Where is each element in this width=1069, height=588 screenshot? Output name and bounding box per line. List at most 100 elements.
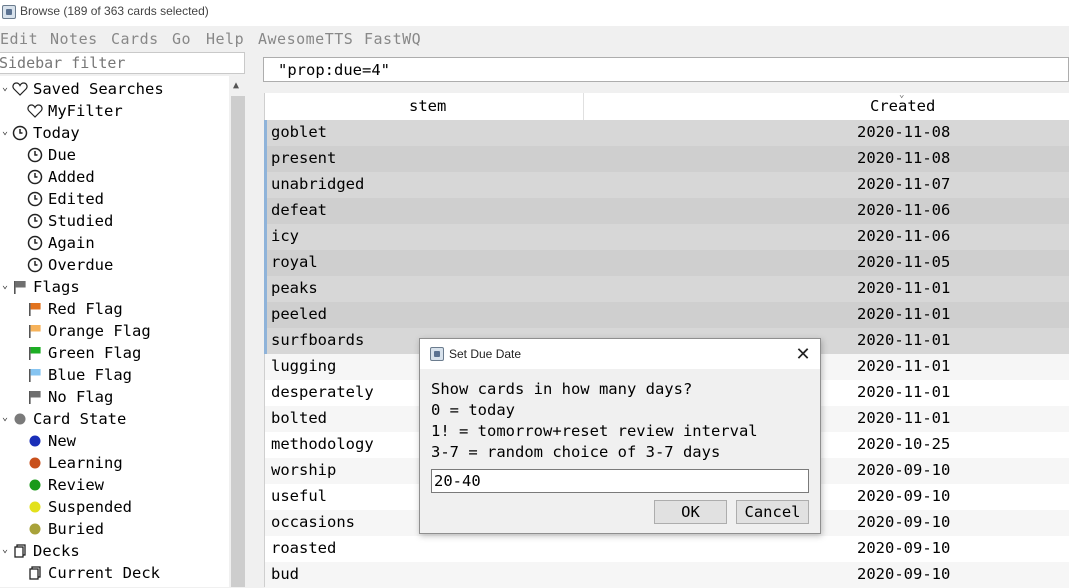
expand-arrow-icon[interactable]: ⌄: [2, 544, 12, 555]
sidebar-item-label: Orange Flag: [48, 322, 151, 340]
sidebar-item-learning[interactable]: Learning: [27, 452, 123, 474]
cell-stem: peeled: [271, 305, 327, 323]
sidebar-item-review[interactable]: Review: [27, 474, 104, 496]
column-divider[interactable]: [583, 93, 584, 120]
flag-icon: [12, 279, 28, 295]
scroll-up-icon[interactable]: ▲: [233, 80, 239, 91]
sidebar-item-green-flag[interactable]: Green Flag: [27, 342, 141, 364]
dialog-title: Set Due Date: [449, 347, 522, 361]
sidebar-item-flags[interactable]: ⌄ Flags: [2, 276, 80, 298]
sidebar-item-buried[interactable]: Buried: [27, 518, 104, 540]
cell-created: 2020-11-01: [857, 409, 951, 427]
table-row[interactable]: present 2020-11-08: [264, 146, 1069, 172]
clock-icon: [27, 191, 43, 207]
dialog-hint-range: 3-7 = random choice of 3-7 days: [431, 443, 721, 461]
heart-icon: [27, 103, 43, 119]
expand-arrow-icon[interactable]: ⌄: [2, 412, 12, 423]
table-row[interactable]: defeat 2020-11-06: [264, 198, 1069, 224]
sidebar-item-no-flag[interactable]: No Flag: [27, 386, 113, 408]
clock-icon: [12, 125, 28, 141]
dot-icon: [27, 433, 43, 449]
close-icon[interactable]: ✕: [791, 342, 815, 366]
sidebar-item-card-state[interactable]: ⌄ Card State: [2, 408, 126, 430]
table-row[interactable]: peaks 2020-11-01: [264, 276, 1069, 302]
cell-stem: goblet: [271, 123, 327, 141]
sidebar-item-blue-flag[interactable]: Blue Flag: [27, 364, 132, 386]
dot-icon: [27, 455, 43, 471]
menu-notes[interactable]: Notes: [50, 30, 98, 48]
sidebar-item-due[interactable]: Due: [27, 144, 76, 166]
sidebar-item-orange-flag[interactable]: Orange Flag: [27, 320, 151, 342]
table-row[interactable]: unabridged 2020-11-07: [264, 172, 1069, 198]
cell-stem: worship: [271, 461, 337, 479]
sidebar-filter[interactable]: [0, 52, 245, 74]
sidebar-item-saved-searches[interactable]: ⌄ Saved Searches: [2, 78, 164, 100]
cell-stem: peaks: [271, 279, 318, 297]
cell-created: 2020-11-01: [857, 357, 951, 375]
cell-stem: methodology: [271, 435, 374, 453]
cell-stem: royal: [271, 253, 318, 271]
sidebar-item-decks[interactable]: ⌄ Decks: [2, 540, 80, 562]
cell-stem: bud: [271, 565, 299, 583]
cell-created: 2020-11-08: [857, 149, 951, 167]
sidebar-item-label: Due: [48, 146, 76, 164]
column-header-created[interactable]: Created: [870, 97, 935, 115]
sidebar-item-edited[interactable]: Edited: [27, 188, 104, 210]
sidebar-tree: ⌄ Saved Searches MyFilter ⌄ Today Due Added Edi…: [0, 76, 247, 587]
sidebar-item-label: No Flag: [48, 388, 114, 406]
table-row[interactable]: bud 2020-09-10: [265, 562, 1069, 588]
sidebar-item-added[interactable]: Added: [27, 166, 95, 188]
dialog-prompt: Show cards in how many days?: [431, 380, 693, 398]
cancel-button[interactable]: Cancel: [736, 500, 809, 524]
sidebar-item-label: Suspended: [48, 498, 132, 516]
due-days-field[interactable]: [431, 469, 810, 493]
dot-icon: [27, 521, 43, 537]
sidebar-filter-input[interactable]: [0, 53, 244, 73]
table-row[interactable]: royal 2020-11-05: [264, 250, 1069, 276]
menu-edit[interactable]: Edit: [0, 30, 38, 48]
sidebar-scrollbar-thumb[interactable]: [231, 96, 245, 587]
sidebar-item-suspended[interactable]: Suspended: [27, 496, 132, 518]
menu-help[interactable]: Help: [206, 30, 244, 48]
sidebar-item-overdue[interactable]: Overdue: [27, 254, 113, 276]
menu-fastwq[interactable]: FastWQ: [364, 30, 421, 48]
sidebar-item-today[interactable]: ⌄ Today: [2, 122, 80, 144]
cell-stem: surfboards: [271, 331, 365, 349]
column-header-stem[interactable]: stem: [409, 97, 446, 115]
search-input[interactable]: [264, 58, 1069, 81]
sidebar-item-label: Red Flag: [48, 300, 123, 318]
sidebar-item-studied[interactable]: Studied: [27, 210, 113, 232]
cell-created: 2020-11-07: [857, 175, 951, 193]
search-bar[interactable]: [263, 57, 1069, 82]
table-row[interactable]: peeled 2020-11-01: [264, 302, 1069, 328]
menu-awesometts[interactable]: AwesomeTTS: [258, 30, 353, 48]
flag-icon: [27, 389, 43, 405]
clock-icon: [27, 257, 43, 273]
sidebar-item-red-flag[interactable]: Red Flag: [27, 298, 123, 320]
expand-arrow-icon[interactable]: ⌄: [2, 82, 12, 93]
sidebar-scrollbar[interactable]: ▲: [229, 76, 247, 587]
menu-cards[interactable]: Cards: [111, 30, 159, 48]
table-row[interactable]: icy 2020-11-06: [264, 224, 1069, 250]
menu-go[interactable]: Go: [172, 30, 191, 48]
sidebar-item-again[interactable]: Again: [27, 232, 95, 254]
ok-button[interactable]: OK: [654, 500, 727, 524]
table-row[interactable]: roasted 2020-09-10: [265, 536, 1069, 562]
expand-arrow-icon[interactable]: ⌄: [2, 280, 12, 291]
cell-created: 2020-11-05: [857, 253, 951, 271]
sidebar-item-label: Buried: [48, 520, 104, 538]
cell-stem: lugging: [271, 357, 337, 375]
sidebar-item-label: MyFilter: [48, 102, 123, 120]
table-row[interactable]: goblet 2020-11-08: [264, 120, 1069, 146]
sidebar-item-label: Blue Flag: [48, 366, 132, 384]
sidebar-item-current-deck[interactable]: Current Deck: [27, 562, 160, 584]
row-selection-marker: [264, 120, 267, 146]
expand-arrow-icon[interactable]: ⌄: [2, 126, 12, 137]
sidebar-item-new[interactable]: New: [27, 430, 76, 452]
due-days-input[interactable]: [432, 470, 810, 492]
sidebar-item-myfilter[interactable]: MyFilter: [27, 100, 123, 122]
cell-stem: icy: [271, 227, 299, 245]
flag-icon: [27, 345, 43, 361]
dot-icon: [27, 499, 43, 515]
cell-stem: desperately: [271, 383, 374, 401]
